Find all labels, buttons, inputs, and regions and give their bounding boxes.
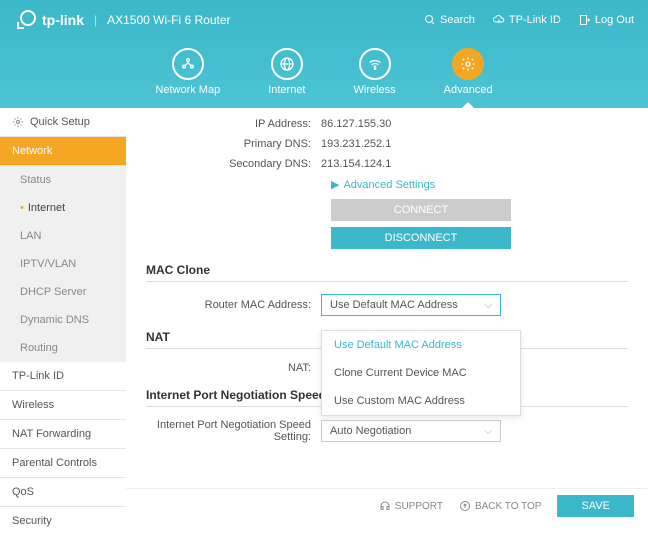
- ip-label: IP Address:: [146, 118, 321, 130]
- globe-icon: [279, 56, 295, 72]
- dns1-value: 193.231.252.1: [321, 138, 391, 150]
- sidebar-nat-forwarding[interactable]: NAT Forwarding: [0, 420, 126, 449]
- nav-label: Wireless: [354, 84, 396, 96]
- wifi-icon: [367, 56, 383, 72]
- sidebar-lan[interactable]: LAN: [0, 222, 126, 250]
- sidebar-network[interactable]: Network: [0, 137, 126, 166]
- mac-option-default[interactable]: Use Default MAC Address: [322, 331, 520, 359]
- logout-label: Log Out: [595, 14, 634, 26]
- divider: |: [94, 13, 97, 27]
- sidebar-qos[interactable]: QoS: [0, 478, 126, 507]
- sidebar: Quick Setup Network Status •Internet LAN…: [0, 108, 126, 533]
- mac-address-select[interactable]: Use Default MAC Address ⌵: [321, 294, 501, 316]
- sidebar-dhcp[interactable]: DHCP Server: [0, 278, 126, 306]
- search-link[interactable]: Search: [424, 14, 475, 26]
- gear-icon: [460, 56, 476, 72]
- brand-text: tp-link: [42, 12, 84, 28]
- play-icon: ▶: [331, 178, 339, 191]
- support-label: SUPPORT: [395, 501, 443, 512]
- chevron-down-icon: ⌵: [484, 426, 492, 437]
- nav-advanced[interactable]: Advanced: [444, 48, 493, 96]
- sidebar-tplink-id[interactable]: TP-Link ID: [0, 362, 126, 391]
- chevron-down-icon: ⌵: [484, 300, 492, 311]
- mac-select-value: Use Default MAC Address: [330, 299, 458, 311]
- connect-button[interactable]: CONNECT: [331, 199, 511, 221]
- sidebar-internet[interactable]: •Internet: [0, 194, 126, 222]
- tplink-id-label: TP-Link ID: [509, 14, 561, 26]
- sidebar-quick-setup[interactable]: Quick Setup: [0, 108, 126, 137]
- tplink-id-link[interactable]: TP-Link ID: [493, 14, 561, 26]
- headset-icon: [379, 500, 391, 512]
- port-speed-select[interactable]: Auto Negotiation ⌵: [321, 420, 501, 442]
- nav-wireless[interactable]: Wireless: [354, 48, 396, 96]
- mac-option-clone[interactable]: Clone Current Device MAC: [322, 359, 520, 387]
- cloud-download-icon: [493, 14, 505, 26]
- sidebar-ddns[interactable]: Dynamic DNS: [0, 306, 126, 334]
- dns2-value: 213.154.124.1: [321, 158, 391, 170]
- dns1-label: Primary DNS:: [146, 138, 321, 150]
- footer: SUPPORT BACK TO TOP SAVE: [126, 488, 648, 523]
- adv-label: Advanced Settings: [343, 179, 435, 191]
- sidebar-security[interactable]: Security: [0, 507, 126, 533]
- gear-icon: [12, 116, 24, 128]
- logo: tp-link: [14, 8, 84, 32]
- ip-value: 86.127.155.30: [321, 118, 391, 130]
- network-map-icon: [180, 56, 196, 72]
- mac-label: Router MAC Address:: [146, 299, 321, 311]
- nav-label: Network Map: [155, 84, 220, 96]
- advanced-settings-link[interactable]: ▶ Advanced Settings: [331, 178, 628, 191]
- nav-label: Advanced: [444, 84, 493, 96]
- mac-option-custom[interactable]: Use Custom MAC Address: [322, 387, 520, 415]
- product-name: AX1500 Wi-Fi 6 Router: [107, 13, 230, 27]
- search-icon: [424, 14, 436, 26]
- nav-internet[interactable]: Internet: [268, 48, 305, 96]
- logout-link[interactable]: Log Out: [579, 14, 634, 26]
- nav-network-map[interactable]: Network Map: [155, 48, 220, 96]
- port-label: Internet Port Negotiation Speed Setting:: [146, 419, 321, 443]
- sidebar-wireless[interactable]: Wireless: [0, 391, 126, 420]
- logout-icon: [579, 14, 591, 26]
- nat-label: NAT:: [146, 362, 321, 374]
- mac-clone-title: MAC Clone: [146, 263, 628, 277]
- disconnect-button[interactable]: DISCONNECT: [331, 227, 511, 249]
- sidebar-status[interactable]: Status: [0, 166, 126, 194]
- sidebar-label: Quick Setup: [30, 116, 90, 128]
- tplink-logo-icon: [14, 8, 38, 32]
- sidebar-parental[interactable]: Parental Controls: [0, 449, 126, 478]
- sidebar-iptv[interactable]: IPTV/VLAN: [0, 250, 126, 278]
- dns2-label: Secondary DNS:: [146, 158, 321, 170]
- support-link[interactable]: SUPPORT: [379, 500, 443, 512]
- nav-label: Internet: [268, 84, 305, 96]
- arrow-up-icon: [459, 500, 471, 512]
- save-button[interactable]: SAVE: [557, 495, 634, 517]
- back-to-top-link[interactable]: BACK TO TOP: [459, 500, 542, 512]
- sidebar-routing[interactable]: Routing: [0, 334, 126, 362]
- back-label: BACK TO TOP: [475, 501, 542, 512]
- mac-dropdown: Use Default MAC Address Clone Current De…: [321, 330, 521, 416]
- content: IP Address:86.127.155.30 Primary DNS:193…: [126, 108, 648, 533]
- search-label: Search: [440, 14, 475, 26]
- port-select-value: Auto Negotiation: [330, 425, 411, 437]
